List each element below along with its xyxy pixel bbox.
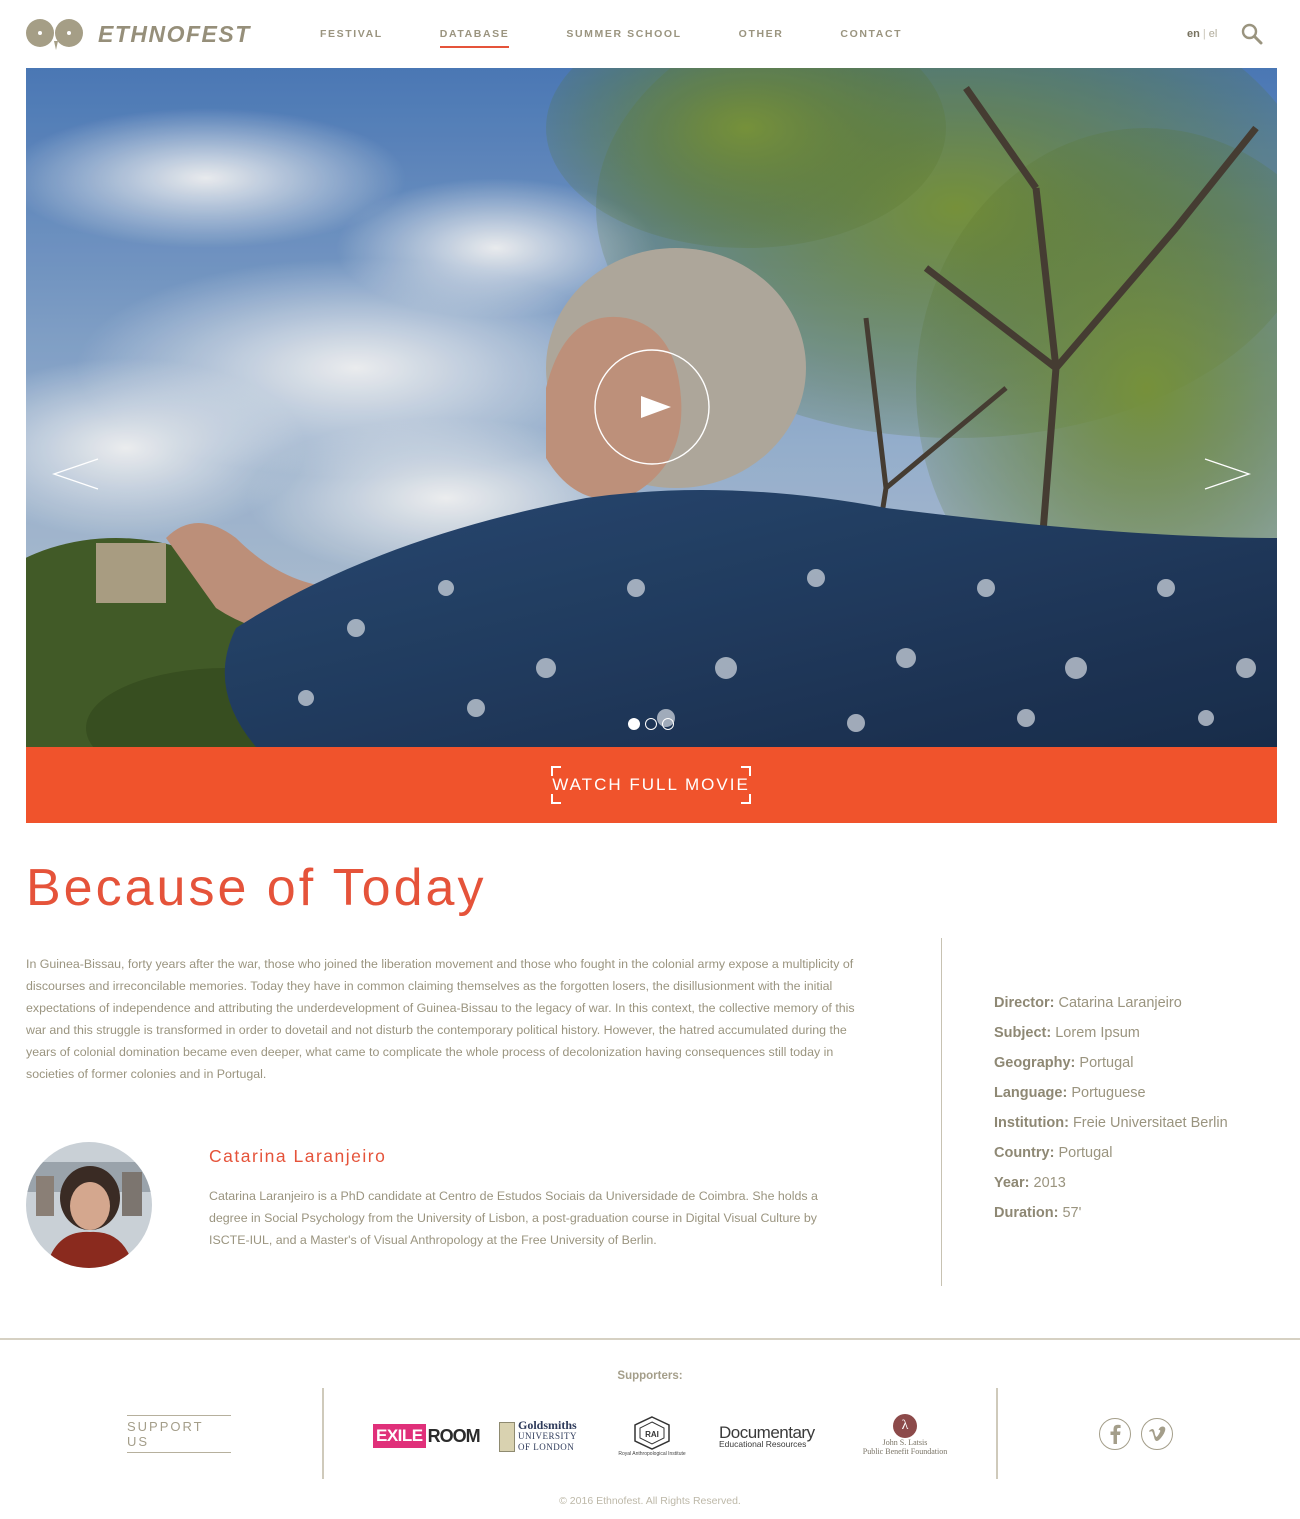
latsis-mark-icon: λ [893, 1414, 917, 1438]
meta-key: Geography: [994, 1055, 1076, 1071]
documentary-line2: Educational Resources [719, 1439, 807, 1449]
site-header: ETHNOFEST FESTIVAL DATABASE SUMMER SCHOO… [0, 0, 1300, 68]
nav-item-summer-school[interactable]: SUMMER SCHOOL [566, 28, 681, 48]
footer-divider-right [996, 1388, 998, 1479]
logo[interactable]: ETHNOFEST [26, 17, 251, 51]
meta-value: Freie Universitaet Berlin [1072, 1115, 1228, 1131]
sponsor-exile-part2: ROOM [427, 1426, 481, 1446]
film-synopsis: In Guinea-Bissau, forty years after the … [26, 957, 855, 1081]
play-icon[interactable] [593, 348, 711, 466]
meta-key: Year: [994, 1175, 1030, 1191]
film-title: Because of Today [26, 859, 487, 917]
support-us-label: SUPPORT US [127, 1419, 204, 1449]
watch-band: WATCH FULL MOVIE [26, 747, 1277, 823]
sponsor-latsis[interactable]: λ John S. Latsis Public Benefit Foundati… [850, 1414, 960, 1456]
meta-value: 57' [1062, 1205, 1082, 1221]
meta-key: Language: [994, 1085, 1068, 1101]
goldsmiths-text: Goldsmiths UNIVERSITY OF LONDON [518, 1418, 577, 1453]
chevron-right-icon[interactable] [1202, 456, 1252, 492]
avatar-image [26, 1142, 152, 1268]
slider-dot-1[interactable] [628, 718, 640, 730]
watch-full-movie-button[interactable]: WATCH FULL MOVIE [551, 766, 751, 804]
sponsor-exile-room[interactable]: EXILE ROOM [373, 1424, 481, 1448]
meta-key: Institution: [994, 1115, 1069, 1131]
nav-item-contact[interactable]: CONTACT [840, 28, 902, 48]
goldsmiths-crest-icon [499, 1421, 515, 1452]
goldsmiths-line2: UNIVERSITY [518, 1431, 577, 1441]
sponsor-rai[interactable]: RAI Royal Anthropological Institute [618, 1416, 686, 1460]
meta-value: Lorem Ipsum [1055, 1025, 1140, 1041]
director-bio: Catarina Laranjeiro is a PhD candidate a… [209, 1189, 818, 1247]
sponsor-goldsmiths[interactable]: Goldsmiths UNIVERSITY OF LONDON [499, 1418, 577, 1453]
goldsmiths-line1: Goldsmiths [518, 1418, 577, 1432]
latsis-line2: Public Benefit Foundation [862, 1447, 948, 1456]
latsis-line1: John S. Latsis [882, 1438, 928, 1447]
sponsor-documentary[interactable]: Documentary Educational Resources [719, 1423, 815, 1449]
language-switcher: en | el [1187, 28, 1217, 40]
slider-dot-3[interactable] [662, 718, 674, 730]
meta-director: Director: Catarina Laranjeiro [994, 988, 1228, 1018]
meta-duration: Duration: 57' [994, 1198, 1228, 1228]
rai-caption: Royal Anthropological Institute [618, 1451, 686, 1457]
meta-key: Director: [994, 995, 1055, 1011]
main-nav: FESTIVAL DATABASE SUMMER SCHOOL OTHER CO… [320, 28, 959, 48]
director-avatar [26, 1142, 152, 1268]
nav-item-festival[interactable]: FESTIVAL [320, 28, 383, 48]
director-name: Catarina Laranjeiro [209, 1146, 387, 1166]
nav-item-other[interactable]: OTHER [739, 28, 784, 48]
supporters-label: Supporters: [617, 1370, 683, 1382]
hero-video[interactable] [26, 68, 1277, 747]
meta-institution: Institution: Freie Universitaet Berlin [994, 1108, 1228, 1138]
search-icon[interactable] [1241, 23, 1263, 45]
support-us-button[interactable]: SUPPORT US [127, 1415, 231, 1453]
meta-subject: Subject: Lorem Ipsum [994, 1018, 1228, 1048]
meta-key: Subject: [994, 1025, 1052, 1041]
footer-divider [0, 1338, 1300, 1340]
sponsor-exile-part1: EXILE [373, 1424, 426, 1448]
content-divider [941, 938, 942, 1286]
rai-logo-icon: RAI [634, 1416, 670, 1450]
goldsmiths-line3: OF LONDON [518, 1442, 575, 1452]
meta-country: Country: Portugal [994, 1138, 1228, 1168]
logo-mark-icon [26, 19, 83, 50]
slider-dots [628, 718, 674, 730]
footer-divider-left [322, 1388, 324, 1479]
logo-text: ETHNOFEST [98, 20, 251, 47]
vimeo-icon[interactable] [1141, 1418, 1173, 1450]
meta-value: Portugal [1079, 1055, 1134, 1071]
film-metadata: Director: Catarina Laranjeiro Subject: L… [994, 988, 1228, 1228]
meta-value: Catarina Laranjeiro [1058, 995, 1182, 1011]
documentary-line1: Documentary [719, 1423, 815, 1442]
rai-mark: RAI [645, 1430, 659, 1439]
lang-el[interactable]: el [1209, 28, 1218, 40]
lang-en[interactable]: en [1187, 28, 1200, 40]
watch-full-movie-label: WATCH FULL MOVIE [552, 775, 750, 794]
chevron-left-icon[interactable] [51, 456, 101, 492]
meta-value: Portugal [1058, 1145, 1113, 1161]
slider-dot-2[interactable] [645, 718, 657, 730]
facebook-icon[interactable] [1099, 1418, 1131, 1450]
meta-value: 2013 [1033, 1175, 1066, 1191]
meta-geography: Geography: Portugal [994, 1048, 1228, 1078]
copyright: © 2016 Ethnofest. All Rights Reserved. [559, 1495, 741, 1507]
meta-language: Language: Portuguese [994, 1078, 1228, 1108]
meta-value: Portuguese [1071, 1085, 1146, 1101]
meta-key: Country: [994, 1145, 1055, 1161]
meta-year: Year: 2013 [994, 1168, 1228, 1198]
meta-key: Duration: [994, 1205, 1059, 1221]
lang-separator: | [1202, 28, 1206, 40]
nav-item-database[interactable]: DATABASE [439, 28, 510, 48]
